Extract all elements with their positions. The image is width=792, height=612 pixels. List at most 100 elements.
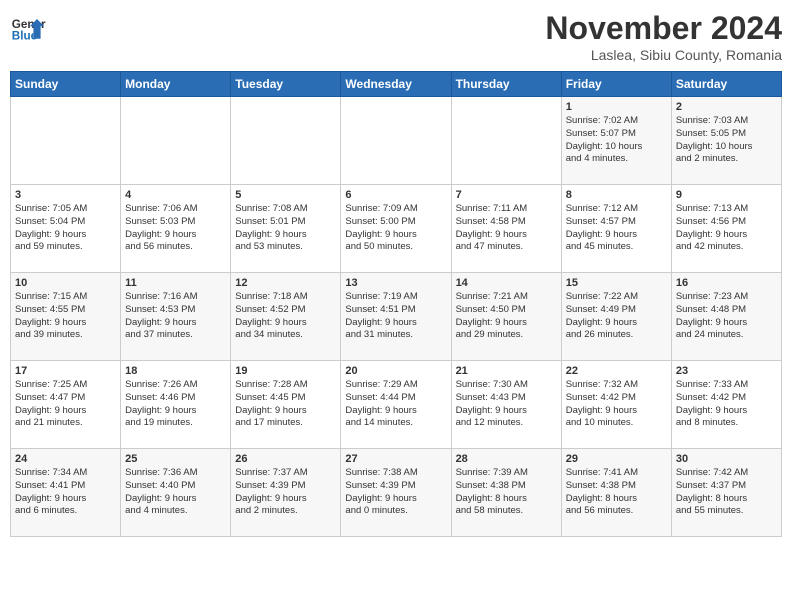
day-number: 22 bbox=[566, 365, 667, 377]
day-info: Sunrise: 7:16 AM Sunset: 4:53 PM Dayligh… bbox=[125, 291, 226, 342]
day-number: 4 bbox=[125, 189, 226, 201]
day-cell: 18 Sunrise: 7:26 AM Sunset: 4:46 PM Dayli… bbox=[121, 361, 231, 449]
day-number: 3 bbox=[15, 189, 116, 201]
day-number: 10 bbox=[15, 277, 116, 289]
day-number: 14 bbox=[456, 277, 557, 289]
day-number: 19 bbox=[235, 365, 336, 377]
day-info: Sunrise: 7:08 AM Sunset: 5:01 PM Dayligh… bbox=[235, 203, 336, 254]
day-info: Sunrise: 7:39 AM Sunset: 4:38 PM Dayligh… bbox=[456, 467, 557, 518]
day-number: 30 bbox=[676, 453, 777, 465]
week-row-2: 3 Sunrise: 7:05 AM Sunset: 5:04 PM Daylig… bbox=[11, 185, 782, 273]
day-cell: 25 Sunrise: 7:36 AM Sunset: 4:40 PM Dayli… bbox=[121, 449, 231, 537]
day-cell: 20 Sunrise: 7:29 AM Sunset: 4:44 PM Dayli… bbox=[341, 361, 451, 449]
day-number: 25 bbox=[125, 453, 226, 465]
day-cell: 16 Sunrise: 7:23 AM Sunset: 4:48 PM Dayli… bbox=[671, 273, 781, 361]
logo-icon: General Blue bbox=[10, 10, 46, 46]
weekday-row: SundayMondayTuesdayWednesdayThursdayFrid… bbox=[11, 72, 782, 97]
day-number: 16 bbox=[676, 277, 777, 289]
day-cell bbox=[231, 97, 341, 185]
month-title: November 2024 bbox=[545, 10, 782, 47]
day-number: 2 bbox=[676, 101, 777, 113]
title-area: November 2024 Laslea, Sibiu County, Roma… bbox=[545, 10, 782, 63]
day-info: Sunrise: 7:05 AM Sunset: 5:04 PM Dayligh… bbox=[15, 203, 116, 254]
day-info: Sunrise: 7:32 AM Sunset: 4:42 PM Dayligh… bbox=[566, 379, 667, 430]
day-number: 29 bbox=[566, 453, 667, 465]
day-info: Sunrise: 7:34 AM Sunset: 4:41 PM Dayligh… bbox=[15, 467, 116, 518]
day-info: Sunrise: 7:41 AM Sunset: 4:38 PM Dayligh… bbox=[566, 467, 667, 518]
day-cell: 9 Sunrise: 7:13 AM Sunset: 4:56 PM Daylig… bbox=[671, 185, 781, 273]
day-number: 17 bbox=[15, 365, 116, 377]
day-cell: 10 Sunrise: 7:15 AM Sunset: 4:55 PM Dayli… bbox=[11, 273, 121, 361]
day-info: Sunrise: 7:42 AM Sunset: 4:37 PM Dayligh… bbox=[676, 467, 777, 518]
day-info: Sunrise: 7:29 AM Sunset: 4:44 PM Dayligh… bbox=[345, 379, 446, 430]
day-cell: 19Sunrise: 7:28 AM Sunset: 4:45 PM Dayli… bbox=[231, 361, 341, 449]
day-number: 18 bbox=[125, 365, 226, 377]
day-info: Sunrise: 7:26 AM Sunset: 4:46 PM Dayligh… bbox=[125, 379, 226, 430]
day-info: Sunrise: 7:38 AM Sunset: 4:39 PM Dayligh… bbox=[345, 467, 446, 518]
calendar-body: 1Sunrise: 7:02 AM Sunset: 5:07 PM Daylig… bbox=[11, 97, 782, 537]
day-cell: 13 Sunrise: 7:19 AM Sunset: 4:51 PM Dayli… bbox=[341, 273, 451, 361]
day-info: Sunrise: 7:09 AM Sunset: 5:00 PM Dayligh… bbox=[345, 203, 446, 254]
day-number: 20 bbox=[345, 365, 446, 377]
day-info: Sunrise: 7:30 AM Sunset: 4:43 PM Dayligh… bbox=[456, 379, 557, 430]
weekday-header-saturday: Saturday bbox=[671, 72, 781, 97]
weekday-header-tuesday: Tuesday bbox=[231, 72, 341, 97]
day-cell: 26 Sunrise: 7:37 AM Sunset: 4:39 PM Dayli… bbox=[231, 449, 341, 537]
day-cell: 28 Sunrise: 7:39 AM Sunset: 4:38 PM Dayli… bbox=[451, 449, 561, 537]
location: Laslea, Sibiu County, Romania bbox=[545, 47, 782, 63]
day-number: 6 bbox=[345, 189, 446, 201]
day-info: Sunrise: 7:06 AM Sunset: 5:03 PM Dayligh… bbox=[125, 203, 226, 254]
day-cell: 17 Sunrise: 7:25 AM Sunset: 4:47 PM Dayli… bbox=[11, 361, 121, 449]
week-row-4: 17 Sunrise: 7:25 AM Sunset: 4:47 PM Dayli… bbox=[11, 361, 782, 449]
day-info: Sunrise: 7:25 AM Sunset: 4:47 PM Dayligh… bbox=[15, 379, 116, 430]
day-number: 9 bbox=[676, 189, 777, 201]
day-cell: 14 Sunrise: 7:21 AM Sunset: 4:50 PM Dayli… bbox=[451, 273, 561, 361]
day-number: 28 bbox=[456, 453, 557, 465]
day-cell bbox=[11, 97, 121, 185]
day-cell: 2Sunrise: 7:03 AM Sunset: 5:05 PM Daylig… bbox=[671, 97, 781, 185]
weekday-header-friday: Friday bbox=[561, 72, 671, 97]
day-cell: 15 Sunrise: 7:22 AM Sunset: 4:49 PM Dayli… bbox=[561, 273, 671, 361]
day-number: 21 bbox=[456, 365, 557, 377]
day-cell: 30 Sunrise: 7:42 AM Sunset: 4:37 PM Dayli… bbox=[671, 449, 781, 537]
weekday-header-sunday: Sunday bbox=[11, 72, 121, 97]
week-row-3: 10 Sunrise: 7:15 AM Sunset: 4:55 PM Dayli… bbox=[11, 273, 782, 361]
day-number: 8 bbox=[566, 189, 667, 201]
day-number: 7 bbox=[456, 189, 557, 201]
day-cell: 7 Sunrise: 7:11 AM Sunset: 4:58 PM Daylig… bbox=[451, 185, 561, 273]
day-cell: 12Sunrise: 7:18 AM Sunset: 4:52 PM Dayli… bbox=[231, 273, 341, 361]
day-info: Sunrise: 7:21 AM Sunset: 4:50 PM Dayligh… bbox=[456, 291, 557, 342]
weekday-header-thursday: Thursday bbox=[451, 72, 561, 97]
day-cell: 22 Sunrise: 7:32 AM Sunset: 4:42 PM Dayli… bbox=[561, 361, 671, 449]
day-info: Sunrise: 7:15 AM Sunset: 4:55 PM Dayligh… bbox=[15, 291, 116, 342]
day-info: Sunrise: 7:37 AM Sunset: 4:39 PM Dayligh… bbox=[235, 467, 336, 518]
day-cell: 1Sunrise: 7:02 AM Sunset: 5:07 PM Daylig… bbox=[561, 97, 671, 185]
day-cell: 3 Sunrise: 7:05 AM Sunset: 5:04 PM Daylig… bbox=[11, 185, 121, 273]
day-number: 15 bbox=[566, 277, 667, 289]
day-cell: 23Sunrise: 7:33 AM Sunset: 4:42 PM Dayli… bbox=[671, 361, 781, 449]
day-info: Sunrise: 7:23 AM Sunset: 4:48 PM Dayligh… bbox=[676, 291, 777, 342]
day-cell: 24Sunrise: 7:34 AM Sunset: 4:41 PM Dayli… bbox=[11, 449, 121, 537]
day-cell bbox=[341, 97, 451, 185]
day-cell bbox=[121, 97, 231, 185]
day-number: 5 bbox=[235, 189, 336, 201]
day-number: 26 bbox=[235, 453, 336, 465]
day-cell: 11Sunrise: 7:16 AM Sunset: 4:53 PM Dayli… bbox=[121, 273, 231, 361]
header: General Blue November 2024 Laslea, Sibiu… bbox=[10, 10, 782, 63]
calendar-table: SundayMondayTuesdayWednesdayThursdayFrid… bbox=[10, 71, 782, 537]
day-cell: 29 Sunrise: 7:41 AM Sunset: 4:38 PM Dayli… bbox=[561, 449, 671, 537]
day-info: Sunrise: 7:02 AM Sunset: 5:07 PM Dayligh… bbox=[566, 115, 667, 166]
day-number: 12 bbox=[235, 277, 336, 289]
day-info: Sunrise: 7:36 AM Sunset: 4:40 PM Dayligh… bbox=[125, 467, 226, 518]
day-info: Sunrise: 7:13 AM Sunset: 4:56 PM Dayligh… bbox=[676, 203, 777, 254]
day-info: Sunrise: 7:33 AM Sunset: 4:42 PM Dayligh… bbox=[676, 379, 777, 430]
day-number: 27 bbox=[345, 453, 446, 465]
day-info: Sunrise: 7:22 AM Sunset: 4:49 PM Dayligh… bbox=[566, 291, 667, 342]
day-info: Sunrise: 7:19 AM Sunset: 4:51 PM Dayligh… bbox=[345, 291, 446, 342]
day-info: Sunrise: 7:11 AM Sunset: 4:58 PM Dayligh… bbox=[456, 203, 557, 254]
day-info: Sunrise: 7:12 AM Sunset: 4:57 PM Dayligh… bbox=[566, 203, 667, 254]
day-number: 13 bbox=[345, 277, 446, 289]
calendar-header: SundayMondayTuesdayWednesdayThursdayFrid… bbox=[11, 72, 782, 97]
day-cell: 8 Sunrise: 7:12 AM Sunset: 4:57 PM Daylig… bbox=[561, 185, 671, 273]
day-cell: 21 Sunrise: 7:30 AM Sunset: 4:43 PM Dayli… bbox=[451, 361, 561, 449]
